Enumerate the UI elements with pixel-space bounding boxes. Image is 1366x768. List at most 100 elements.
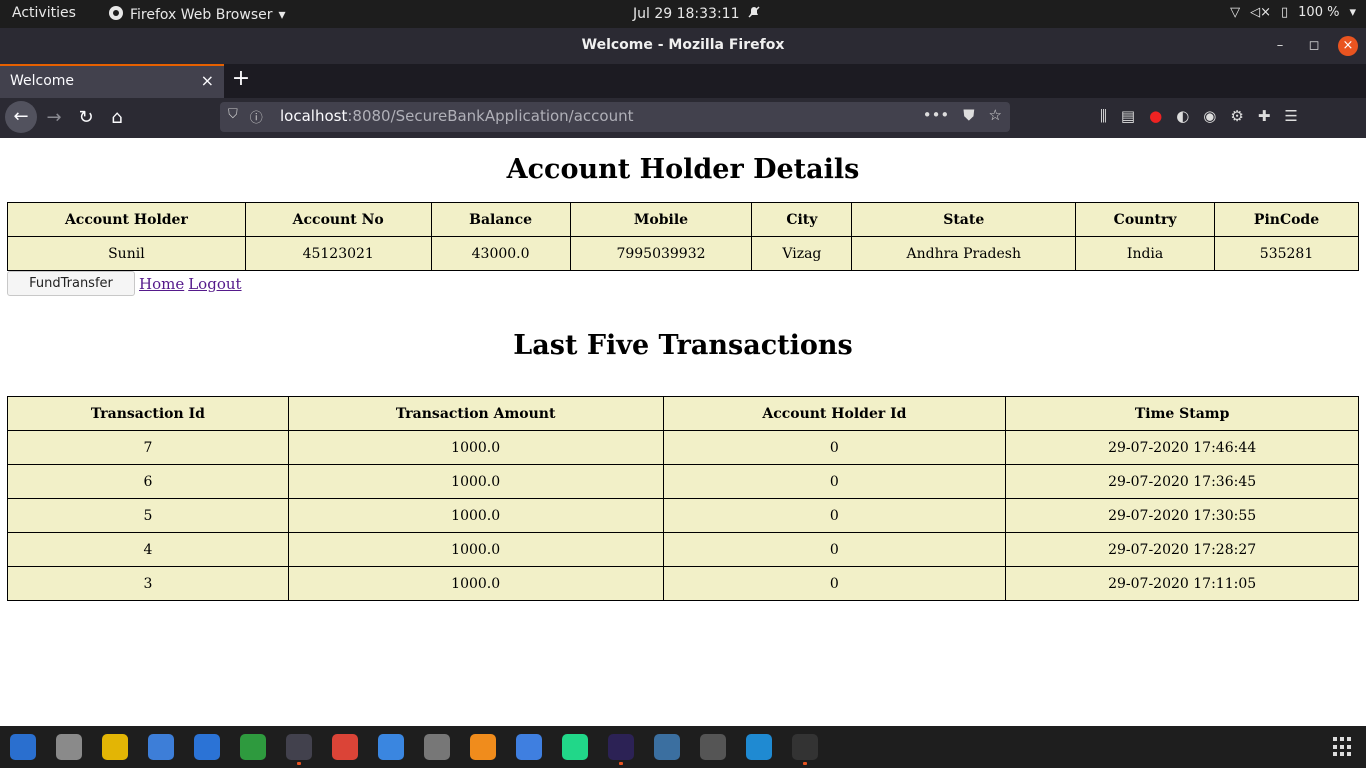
logout-link[interactable]: Logout [188, 275, 241, 293]
system-top-bar: Activities Firefox Web Browser ▾ Jul 29 … [0, 0, 1366, 28]
system-tray[interactable]: ▽ ◁× ▯ 100 % ▾ [1230, 5, 1356, 20]
column-header: Transaction Amount [287, 396, 664, 431]
column-header: Mobile [569, 202, 753, 237]
firefox-icon[interactable] [286, 734, 312, 765]
show-applications-icon[interactable] [1333, 737, 1353, 757]
volume-muted-icon: ◁× [1250, 5, 1271, 20]
table-cell: 0 [662, 566, 1007, 601]
window-title-bar: Welcome - Mozilla Firefox – ◻ × [0, 28, 1366, 64]
transactions-table: Transaction Id Transaction Amount Account … [7, 396, 1359, 601]
system-menu-chevron-icon: ▾ [1349, 5, 1356, 20]
table-cell: 45123021 [244, 236, 432, 271]
table-row: Sunil 45123021 43000.0 7995039932 Vizag Andhr… [7, 236, 1359, 271]
chrome-icon[interactable] [332, 734, 358, 760]
table-cell: 0 [662, 532, 1007, 567]
close-tab-icon[interactable]: × [201, 71, 214, 90]
table-row: 5 1000.0 0 29-07-2020 17:30:55 [7, 498, 1359, 533]
software-updater-icon[interactable] [700, 734, 726, 760]
battery-icon: ▯ [1281, 5, 1289, 20]
terminal-icon[interactable] [792, 734, 818, 765]
pocket-icon[interactable]: ⛊ [963, 106, 974, 124]
notifications-off-icon [747, 5, 761, 23]
table-cell: 4 [7, 532, 289, 567]
tracking-protection-icon[interactable]: ⛉ [228, 107, 238, 126]
rhythmbox-icon[interactable] [102, 734, 128, 760]
hamburger-menu-icon[interactable]: ☰ [1284, 107, 1297, 125]
column-header: Transaction Id [7, 396, 289, 431]
table-cell: 0 [662, 430, 1007, 465]
table-cell: 29-07-2020 17:30:55 [1005, 498, 1359, 533]
table-cell: Sunil [7, 236, 246, 271]
table-row: 6 1000.0 0 29-07-2020 17:36:45 [7, 464, 1359, 499]
vscode-icon[interactable] [746, 734, 772, 760]
table-cell: 1000.0 [287, 464, 664, 499]
library-icon[interactable]: ⫼ [1100, 107, 1107, 125]
close-window-icon[interactable]: × [1338, 36, 1358, 56]
clock[interactable]: Jul 29 18:33:11 [633, 5, 761, 23]
tab-title: Welcome [10, 73, 75, 89]
thunderbird-icon[interactable] [10, 734, 36, 760]
help-icon[interactable] [378, 734, 404, 760]
account-icon[interactable]: ◉ [1203, 107, 1216, 125]
extension-gear-icon[interactable]: ⚙ [1230, 107, 1243, 125]
home-icon[interactable]: ⌂ [103, 104, 131, 132]
column-header: PinCode [1214, 202, 1359, 237]
url-text[interactable]: localhost:8080/SecureBankApplication/acc… [280, 107, 634, 125]
home-link[interactable]: Home [139, 275, 184, 293]
table-cell: 29-07-2020 17:46:44 [1005, 430, 1359, 465]
network-icon: ▽ [1230, 5, 1241, 20]
column-header: Balance [430, 202, 571, 237]
tab-welcome[interactable]: Welcome × [0, 64, 224, 98]
calc-icon[interactable] [240, 734, 266, 760]
back-icon[interactable]: ← [5, 101, 37, 133]
maximize-icon[interactable]: ◻ [1304, 36, 1324, 56]
account-heading: Account Holder Details [506, 154, 860, 185]
sidebar-icon[interactable]: ▤ [1121, 107, 1135, 125]
extension-dark-icon[interactable]: ◐ [1176, 107, 1189, 125]
minimize-icon[interactable]: – [1270, 36, 1290, 56]
mysql-workbench-icon[interactable] [654, 734, 680, 760]
table-cell: 1000.0 [287, 566, 664, 601]
fund-transfer-button[interactable]: FundTransfer [7, 271, 135, 296]
tab-strip: Welcome × + [0, 64, 1366, 98]
account-actions: FundTransfer Home Logout [7, 271, 242, 296]
column-header: City [751, 202, 853, 237]
reload-icon[interactable]: ↻ [72, 104, 100, 132]
column-header: Time Stamp [1005, 396, 1359, 431]
screenshot-icon[interactable] [148, 734, 174, 760]
site-info-icon[interactable]: ⓘ [250, 107, 263, 126]
pycharm-icon[interactable] [562, 734, 588, 760]
url-path: :8080/SecureBankApplication/account [347, 107, 634, 125]
page-actions-icon[interactable]: ••• [923, 106, 950, 124]
transactions-heading: Last Five Transactions [513, 330, 853, 361]
table-cell: 0 [662, 498, 1007, 533]
writer-icon[interactable] [194, 734, 220, 760]
eclipse-icon[interactable] [608, 734, 634, 765]
app-menu[interactable]: Firefox Web Browser ▾ [108, 5, 286, 25]
table-row: 3 1000.0 0 29-07-2020 17:11:05 [7, 566, 1359, 601]
bookmark-star-icon[interactable]: ☆ [989, 106, 1002, 124]
new-tab-icon[interactable]: + [230, 66, 252, 91]
account-table: Account Holder Account No Balance Mobile Cit… [7, 202, 1359, 271]
column-header: Country [1075, 202, 1216, 237]
chevron-down-icon: ▾ [278, 7, 286, 23]
table-cell: 29-07-2020 17:28:27 [1005, 532, 1359, 567]
text-editor-icon[interactable] [516, 734, 542, 760]
column-header: Account Holder [7, 202, 246, 237]
table-cell: 535281 [1214, 236, 1359, 271]
files-icon[interactable] [56, 734, 82, 760]
table-row: 7 1000.0 0 29-07-2020 17:46:44 [7, 430, 1359, 465]
url-bar[interactable]: ⛉ ⓘ localhost:8080/SecureBankApplication… [220, 102, 1010, 132]
app-menu-label: Firefox Web Browser [130, 7, 273, 23]
window-title: Welcome - Mozilla Firefox [581, 37, 785, 53]
activities-button[interactable]: Activities [12, 5, 76, 21]
table-cell: 0 [662, 464, 1007, 499]
settings-icon[interactable] [424, 734, 450, 760]
extension-red-icon[interactable]: ● [1149, 107, 1162, 125]
running-indicator [297, 762, 301, 765]
table-cell: 1000.0 [287, 430, 664, 465]
firefox-icon [108, 5, 124, 25]
sublime-icon[interactable] [470, 734, 496, 760]
extensions-icon[interactable]: ✚ [1258, 107, 1271, 125]
forward-icon[interactable]: → [40, 104, 68, 132]
